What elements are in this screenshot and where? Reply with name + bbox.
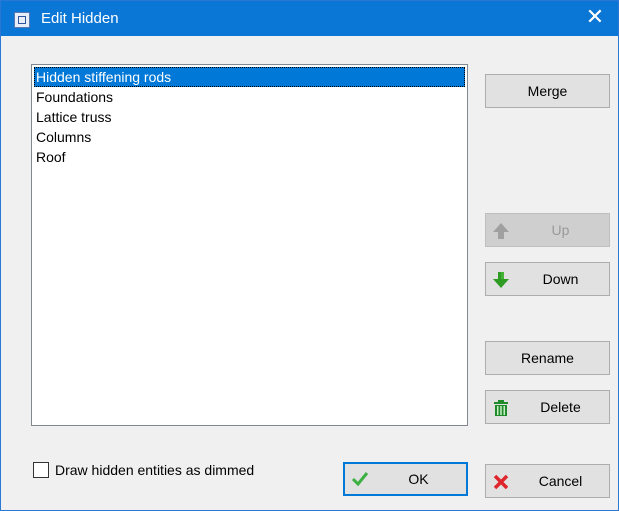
rename-button[interactable]: Rename [485,341,610,375]
list-item[interactable]: Lattice truss [34,107,465,127]
arrow-down-icon [493,272,509,288]
edit-hidden-dialog: Edit Hidden ✕ Hidden stiffening rods Fou… [0,0,619,511]
ok-button-label: OK [408,471,429,487]
list-item[interactable]: Roof [34,147,465,167]
rename-button-label: Rename [521,350,574,366]
list-item[interactable]: Hidden stiffening rods [34,67,465,87]
delete-button[interactable]: Delete [485,390,610,424]
dim-checkbox[interactable] [33,462,49,478]
up-button[interactable]: Up [485,213,610,247]
app-icon [14,12,30,28]
ok-button[interactable]: OK [343,462,468,496]
list-item[interactable]: Foundations [34,87,465,107]
delete-button-label: Delete [540,399,581,415]
hidden-sets-list[interactable]: Hidden stiffening rods Foundations Latti… [31,64,468,426]
merge-button[interactable]: Merge [485,74,610,108]
up-button-label: Up [551,222,570,238]
close-button[interactable]: ✕ [572,1,618,36]
list-item[interactable]: Columns [34,127,465,147]
dim-checkbox-label[interactable]: Draw hidden entities as dimmed [55,461,254,479]
merge-button-label: Merge [527,83,568,99]
cancel-button[interactable]: Cancel [485,464,610,498]
window-title: Edit Hidden [41,10,119,27]
trash-icon [494,400,508,416]
x-icon [493,474,509,490]
checkmark-icon [351,472,369,487]
cancel-button-label: Cancel [538,473,583,489]
down-button[interactable]: Down [485,262,610,296]
down-button-label: Down [542,271,579,287]
title-bar: Edit Hidden ✕ [1,1,618,36]
arrow-up-icon [493,223,509,239]
